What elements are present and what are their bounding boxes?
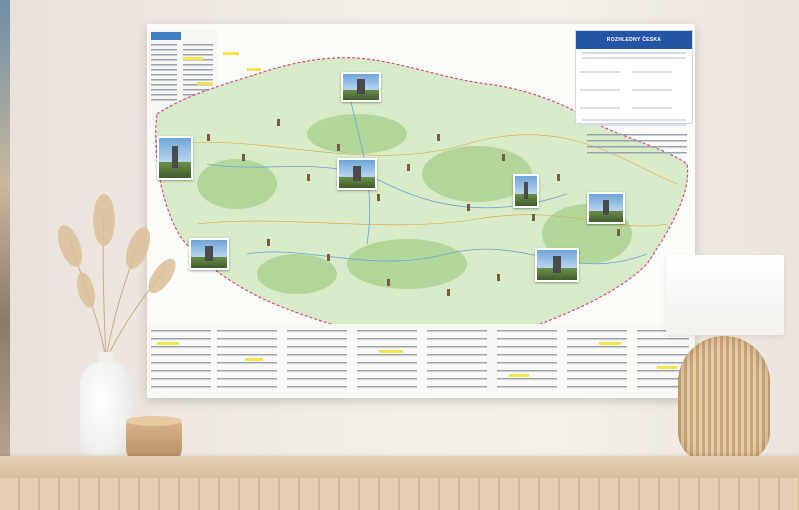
white-vase	[80, 362, 132, 462]
sideboard-top	[0, 456, 799, 478]
lamp-shade	[666, 255, 784, 335]
wooden-bowl-rim	[126, 416, 182, 426]
rattan-lamp-base	[678, 336, 770, 462]
sideboard-front	[0, 478, 799, 510]
